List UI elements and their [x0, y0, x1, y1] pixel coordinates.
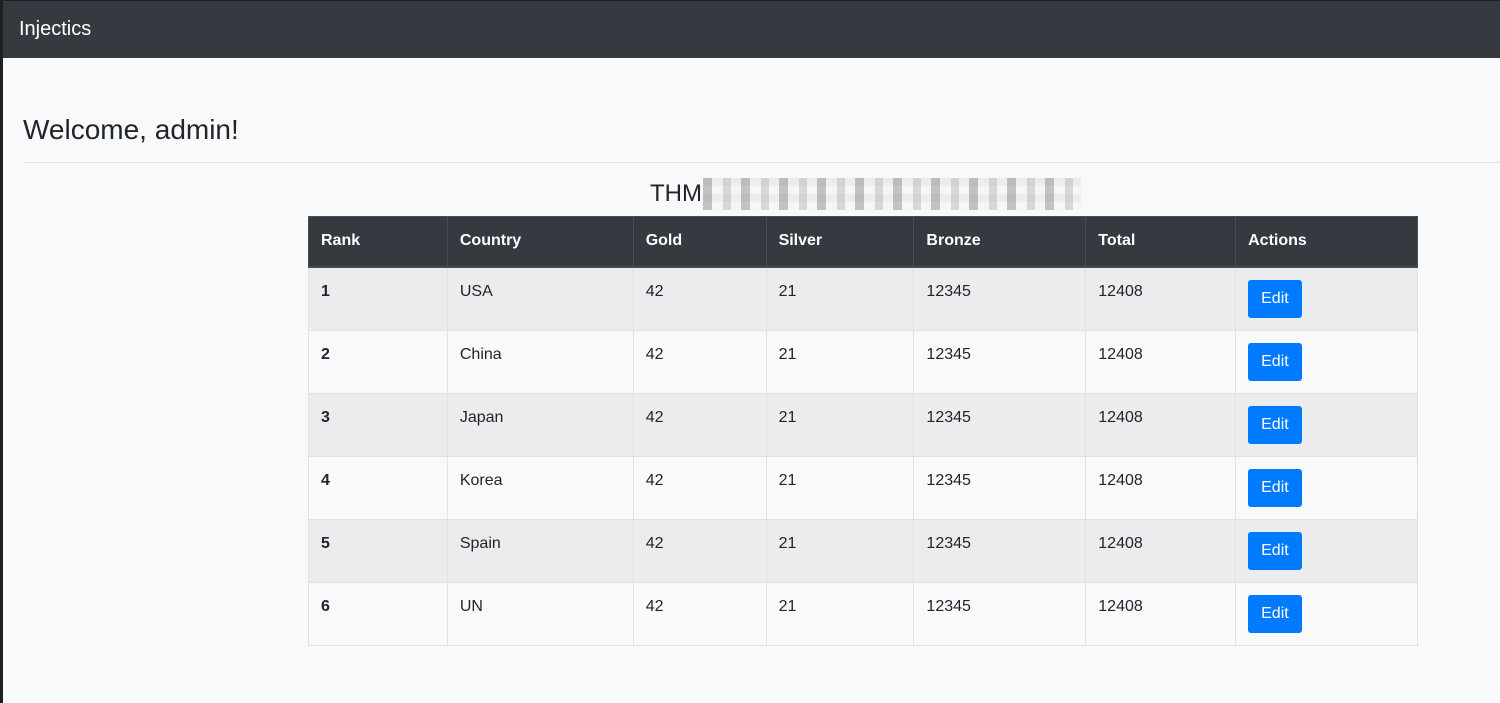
cell-rank: 4 [308, 455, 448, 520]
cell-rank: 1 [308, 266, 448, 331]
edit-button[interactable]: Edit [1248, 594, 1302, 633]
table-row: 1 USA 42 21 12345 12408 Edit [308, 266, 1418, 331]
cell-actions: Edit [1235, 266, 1418, 331]
cell-actions: Edit [1235, 518, 1418, 583]
cell-gold: 42 [632, 392, 767, 457]
divider [23, 162, 1500, 163]
cell-total: 12408 [1085, 581, 1237, 646]
flag-prefix: THM [650, 180, 702, 207]
cell-actions: Edit [1235, 329, 1418, 394]
header-bronze: Bronze [913, 216, 1087, 268]
cell-country: UN [446, 581, 634, 646]
table-row: 3 Japan 42 21 12345 12408 Edit [308, 392, 1418, 457]
cell-bronze: 12345 [913, 518, 1087, 583]
cell-country: USA [446, 266, 634, 331]
header-gold: Gold [632, 216, 767, 268]
cell-silver: 21 [765, 329, 915, 394]
cell-bronze: 12345 [913, 266, 1087, 331]
table-row: 2 China 42 21 12345 12408 Edit [308, 329, 1418, 394]
table-header-row: Rank Country Gold Silver Bronze Total Ac… [308, 216, 1418, 268]
cell-actions: Edit [1235, 581, 1418, 646]
flag-text: THM [650, 178, 1081, 210]
redacted-flag-block [702, 178, 1081, 210]
cell-silver: 21 [765, 266, 915, 331]
cell-silver: 21 [765, 581, 915, 646]
cell-gold: 42 [632, 518, 767, 583]
cell-bronze: 12345 [913, 581, 1087, 646]
table-header: Rank Country Gold Silver Bronze Total Ac… [308, 216, 1418, 268]
cell-country: Japan [446, 392, 634, 457]
cell-silver: 21 [765, 392, 915, 457]
edit-button[interactable]: Edit [1248, 279, 1302, 318]
table-body: 1 USA 42 21 12345 12408 Edit 2 China 42 … [308, 266, 1418, 646]
leaderboard-table: Rank Country Gold Silver Bronze Total Ac… [308, 216, 1418, 646]
header-country: Country [446, 216, 634, 268]
cell-total: 12408 [1085, 329, 1237, 394]
cell-country: Spain [446, 518, 634, 583]
cell-bronze: 12345 [913, 455, 1087, 520]
header-actions: Actions [1235, 216, 1418, 268]
cell-total: 12408 [1085, 518, 1237, 583]
edit-button[interactable]: Edit [1248, 531, 1302, 570]
cell-actions: Edit [1235, 455, 1418, 520]
cell-total: 12408 [1085, 266, 1237, 331]
cell-silver: 21 [765, 518, 915, 583]
table-row: 4 Korea 42 21 12345 12408 Edit [308, 455, 1418, 520]
cell-country: Korea [446, 455, 634, 520]
edit-button[interactable]: Edit [1248, 342, 1302, 381]
header-rank: Rank [308, 216, 448, 268]
cell-rank: 5 [308, 518, 448, 583]
cell-total: 12408 [1085, 455, 1237, 520]
cell-gold: 42 [632, 266, 767, 331]
cell-total: 12408 [1085, 392, 1237, 457]
cell-rank: 3 [308, 392, 448, 457]
header-silver: Silver [765, 216, 915, 268]
cell-country: China [446, 329, 634, 394]
welcome-heading: Welcome, admin! [23, 114, 239, 145]
navbar: Injectics [3, 1, 1500, 58]
header-total: Total [1085, 216, 1237, 268]
edit-button[interactable]: Edit [1248, 468, 1302, 507]
cell-rank: 2 [308, 329, 448, 394]
table-row: 6 UN 42 21 12345 12408 Edit [308, 581, 1418, 646]
cell-actions: Edit [1235, 392, 1418, 457]
cell-rank: 6 [308, 581, 448, 646]
cell-gold: 42 [632, 329, 767, 394]
cell-gold: 42 [632, 455, 767, 520]
cell-bronze: 12345 [913, 329, 1087, 394]
cell-bronze: 12345 [913, 392, 1087, 457]
table-row: 5 Spain 42 21 12345 12408 Edit [308, 518, 1418, 583]
cell-silver: 21 [765, 455, 915, 520]
cell-gold: 42 [632, 581, 767, 646]
edit-button[interactable]: Edit [1248, 405, 1302, 444]
navbar-brand[interactable]: Injectics [19, 18, 91, 41]
